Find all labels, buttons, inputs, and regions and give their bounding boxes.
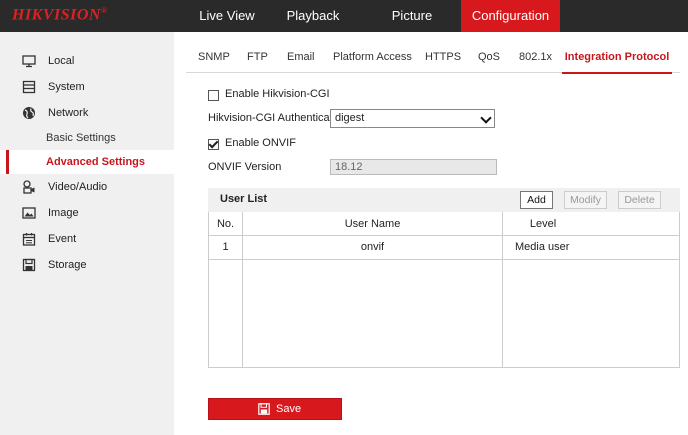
column-header-level: Level [529,218,557,230]
hikvision-cgi-auth-select[interactable]: digest [330,109,495,128]
sidebar-subitem-label: Basic Settings [46,132,116,144]
sidebar-item-label: Video/Audio [48,181,108,193]
user-list-title: User List [220,193,268,205]
nav-tab-playback[interactable]: Playback [282,0,344,32]
sidebar-item-event[interactable]: Event [0,226,174,252]
modify-button[interactable]: Modify [564,191,607,209]
sidebar-item-label: Image [48,207,79,219]
sidebar: Local System Network Basic Settings Adva… [0,32,174,435]
nav-tab-configuration[interactable]: Configuration [461,0,560,32]
sidebar-subitem-label: Advanced Settings [46,156,146,168]
user-list-header: User List Add Modify Delete [208,188,680,212]
enable-hikvision-cgi-label: Enable Hikvision-CGI [225,88,330,100]
calendar-icon [22,233,36,246]
image-icon [22,207,36,219]
chevron-down-icon [480,112,492,124]
enable-onvif-checkbox[interactable] [208,139,219,150]
nav-tab-picture[interactable]: Picture [378,0,446,32]
system-icon [22,80,36,94]
sidebar-item-label: Network [48,107,89,119]
save-icon [258,403,270,415]
onvif-version-field: 18.12 [330,159,497,175]
row-level: Media user [515,241,570,253]
tab-ftp[interactable]: FTP [247,44,268,72]
column-header-user-name: User Name [344,218,401,230]
sidebar-subitem-advanced-settings[interactable]: Advanced Settings [0,150,174,174]
delete-button[interactable]: Delete [618,191,661,209]
column-header-no: No. [216,218,235,230]
globe-icon [23,107,35,119]
storage-icon [22,258,36,272]
tab-https[interactable]: HTTPS [425,44,461,72]
video-audio-icon [23,180,35,194]
sidebar-item-label: Event [48,233,77,245]
sidebar-item-local[interactable]: Local [0,48,174,74]
add-button[interactable]: Add [520,191,553,209]
sidebar-item-system[interactable]: System [0,74,174,100]
onvif-version-label: ONVIF Version [208,161,282,173]
tab-qos[interactable]: QoS [478,44,500,72]
nav-tab-live-view[interactable]: Live View [172,0,282,32]
tab-snmp[interactable]: SNMP [198,44,230,72]
enable-onvif-label: Enable ONVIF [225,137,296,149]
tab-integration-protocol[interactable]: Integration Protocol [562,44,672,74]
sidebar-item-network[interactable]: Network [0,100,174,126]
sidebar-item-label: Local [48,55,75,67]
hikvision-logo: HIKVISION® [12,6,108,24]
hikvision-cgi-auth-label: Hikvision-CGI Authenticat... [208,112,342,124]
save-button[interactable]: Save [208,398,342,420]
save-button-label: Save [276,403,302,415]
sidebar-item-storage[interactable]: Storage [0,252,174,278]
sub-tab-bar: SNMP FTP Email Platform Access HTTPS QoS… [186,44,680,74]
top-bar: HIKVISION® Live View Playback Picture Co… [0,0,688,32]
user-list-table: No. User Name Level 1 onvif Media user [208,212,680,368]
enable-hikvision-cgi-checkbox[interactable] [208,90,219,101]
hikvision-cgi-auth-value: digest [335,112,365,124]
sidebar-item-label: System [48,81,85,93]
sidebar-item-image[interactable]: Image [0,200,174,226]
sidebar-item-video-audio[interactable]: Video/Audio [0,174,174,200]
sidebar-subitem-basic-settings[interactable]: Basic Settings [0,126,174,150]
sidebar-item-label: Storage [48,259,87,271]
monitor-icon [22,55,36,68]
tab-email[interactable]: Email [287,44,315,72]
row-no: 1 [222,241,229,253]
tab-platform-access[interactable]: Platform Access [333,44,412,72]
tab-8021x[interactable]: 802.1x [519,44,552,72]
row-user-name: onvif [360,241,385,253]
